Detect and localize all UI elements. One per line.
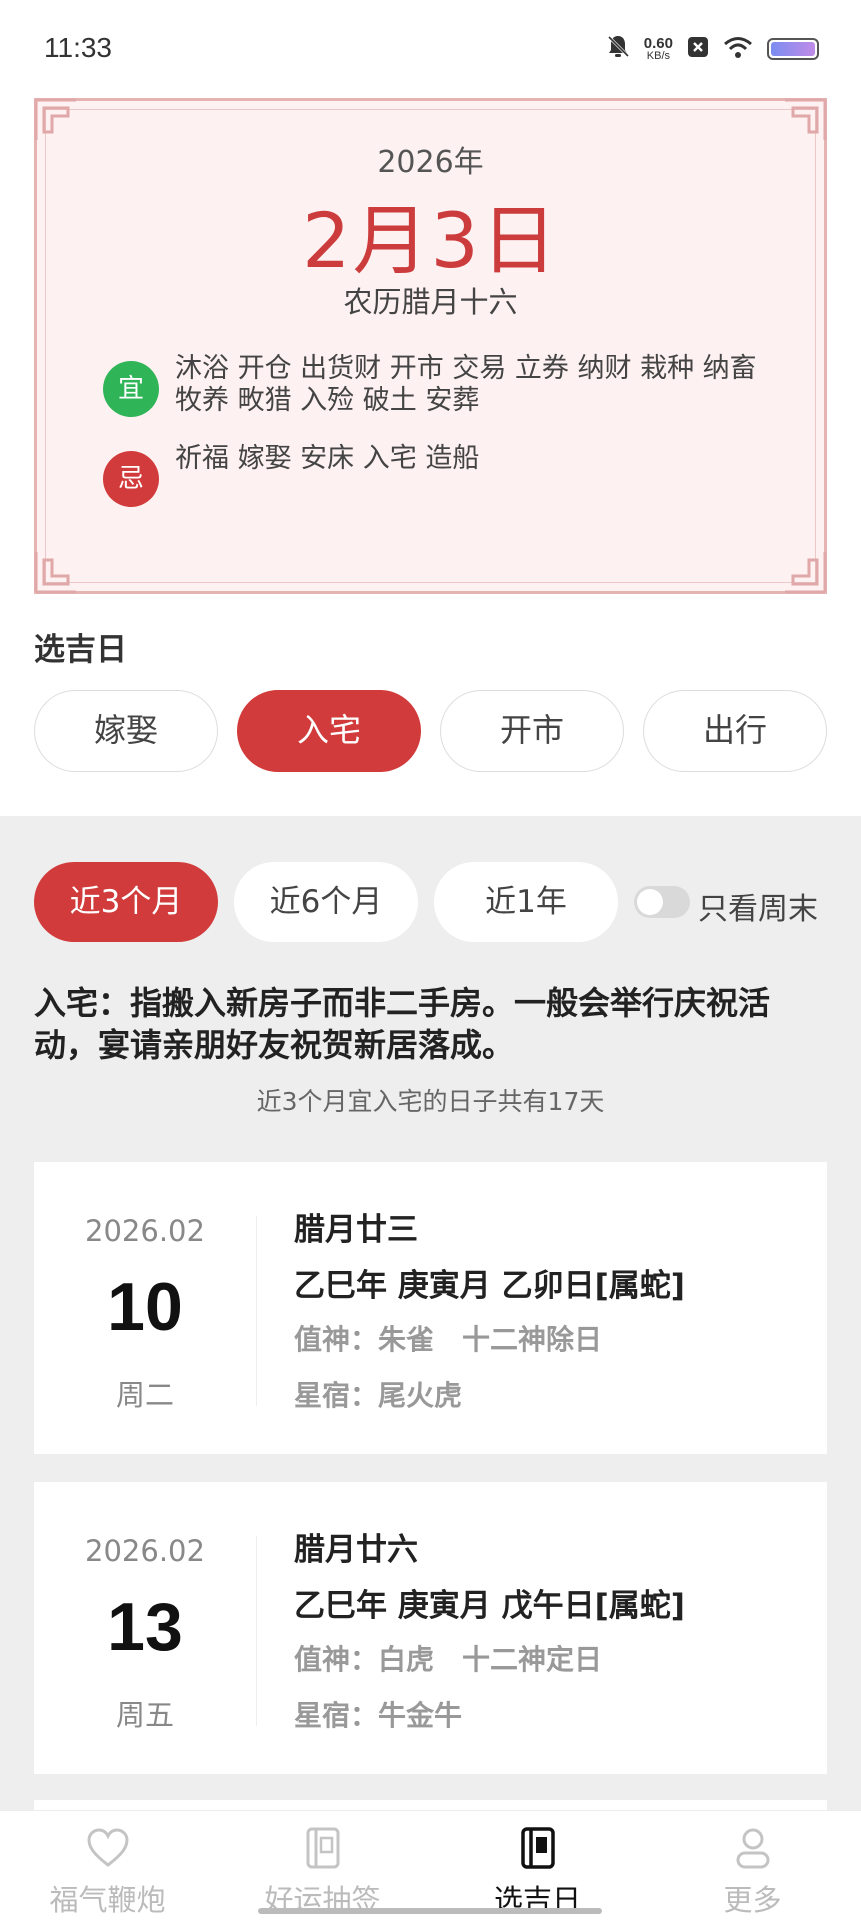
close-box-icon (687, 36, 709, 62)
day-ganzhi: 乙巳年 庚寅月 乙卯日[属蛇] (294, 1268, 685, 1304)
day-number: 13 (107, 1589, 183, 1665)
corner-ornament-icon (34, 552, 76, 594)
nav-label: 更多 (723, 1883, 782, 1917)
corner-ornament-icon (785, 552, 827, 594)
day-card[interactable]: 2026.02 13 周五 腊月廿六 乙巳年 庚寅月 戊午日[属蛇] 值神：白虎… (34, 1482, 827, 1774)
toggle-knob (637, 889, 663, 915)
weekend-only-label: 只看周末 (698, 892, 818, 927)
section-title: 选吉日 (34, 632, 127, 668)
nav-more[interactable]: 更多 (645, 1811, 860, 1920)
nav-select-day[interactable]: 选吉日 (430, 1811, 645, 1920)
day-year-month: 2026.02 (85, 1214, 205, 1248)
day-ganzhi: 乙巳年 庚寅月 戊午日[属蛇] (294, 1588, 685, 1624)
day-xingsu: 星宿：尾火虎 (294, 1379, 463, 1412)
ji-badge: 忌 (103, 451, 159, 507)
lunar-date: 农历腊月十六 (343, 285, 518, 319)
almanac-card: 2026年 2月3日 农历腊月十六 宜 沐浴 开仓 出货财 开市 交易 立券 纳… (34, 98, 827, 594)
day-zhishen: 值神：朱雀 十二神除日 (294, 1323, 603, 1356)
fortune-stick-icon (306, 1827, 340, 1869)
ji-items: 祈福 嫁娶 安床 入宅 造船 (175, 443, 480, 474)
day-lunar: 腊月廿三 (294, 1212, 418, 1248)
nav-fortune[interactable]: 好运抽签 (215, 1811, 430, 1920)
mute-bell-icon (606, 34, 630, 64)
divider (256, 1216, 257, 1406)
battery-icon (767, 38, 819, 60)
day-year-month: 2026.02 (85, 1534, 205, 1568)
day-weekday: 周二 (115, 1378, 174, 1412)
event-tab-open-business[interactable]: 开市 (440, 690, 624, 772)
net-speed-value: 0.60 (643, 35, 673, 52)
day-weekday: 周五 (115, 1698, 174, 1732)
status-time: 11:33 (44, 32, 112, 63)
heart-icon (87, 1828, 129, 1867)
battery-fill (771, 42, 815, 56)
net-speed-unit: KB/s (646, 50, 671, 62)
divider (256, 1536, 257, 1726)
nav-label: 福气鞭炮 (49, 1883, 166, 1917)
status-bar: 11:33 0.60 KB/s (0, 0, 861, 100)
corner-ornament-icon (785, 98, 827, 140)
day-xingsu: 星宿：牛金牛 (294, 1699, 463, 1732)
almanac-date: 2月3日 (302, 196, 559, 285)
day-lunar: 腊月廿六 (294, 1532, 418, 1568)
yi-badge: 宜 (103, 361, 159, 417)
home-indicator (258, 1908, 602, 1914)
day-zhishen: 值神：白虎 十二神定日 (294, 1643, 603, 1676)
yi-items: 沐浴 开仓 出货财 开市 交易 立券 纳财 栽种 纳畜 牧养 畋猎 入殓 破土 … (175, 353, 757, 416)
net-speed: 0.60 KB/s (644, 36, 673, 62)
nav-firecracker[interactable]: 福气鞭炮 (0, 1811, 215, 1920)
event-tab-marriage[interactable]: 嫁娶 (34, 690, 218, 772)
status-icons: 0.60 KB/s (606, 34, 819, 64)
wifi-icon (723, 36, 753, 62)
corner-ornament-icon (34, 98, 76, 140)
result-count: 近3个月宜入宅的日子共有17天 (256, 1087, 605, 1116)
weekend-only-toggle[interactable] (634, 886, 690, 918)
range-1-year-button[interactable]: 近1年 (434, 862, 618, 942)
event-tabs: 嫁娶 入宅 开市 出行 (34, 690, 827, 772)
calendar-book-icon (521, 1827, 555, 1869)
event-tab-move-in[interactable]: 入宅 (237, 690, 421, 772)
bottom-nav: 福气鞭炮 好运抽签 选吉日 更多 (0, 1810, 861, 1920)
day-card[interactable]: 2026.02 10 周二 腊月廿三 乙巳年 庚寅月 乙卯日[属蛇] 值神：朱雀… (34, 1162, 827, 1454)
event-description: 入宅：指搬入新房子而非二手房。一般会举行庆祝活动，宴请亲朋好友祝贺新居落成。 (34, 984, 771, 1064)
range-3-months-button[interactable]: 近3个月 (34, 862, 218, 942)
day-number: 10 (107, 1269, 183, 1345)
user-icon (736, 1828, 770, 1869)
almanac-year: 2026年 (377, 145, 484, 180)
range-6-months-button[interactable]: 近6个月 (234, 862, 418, 942)
event-tab-travel[interactable]: 出行 (643, 690, 827, 772)
